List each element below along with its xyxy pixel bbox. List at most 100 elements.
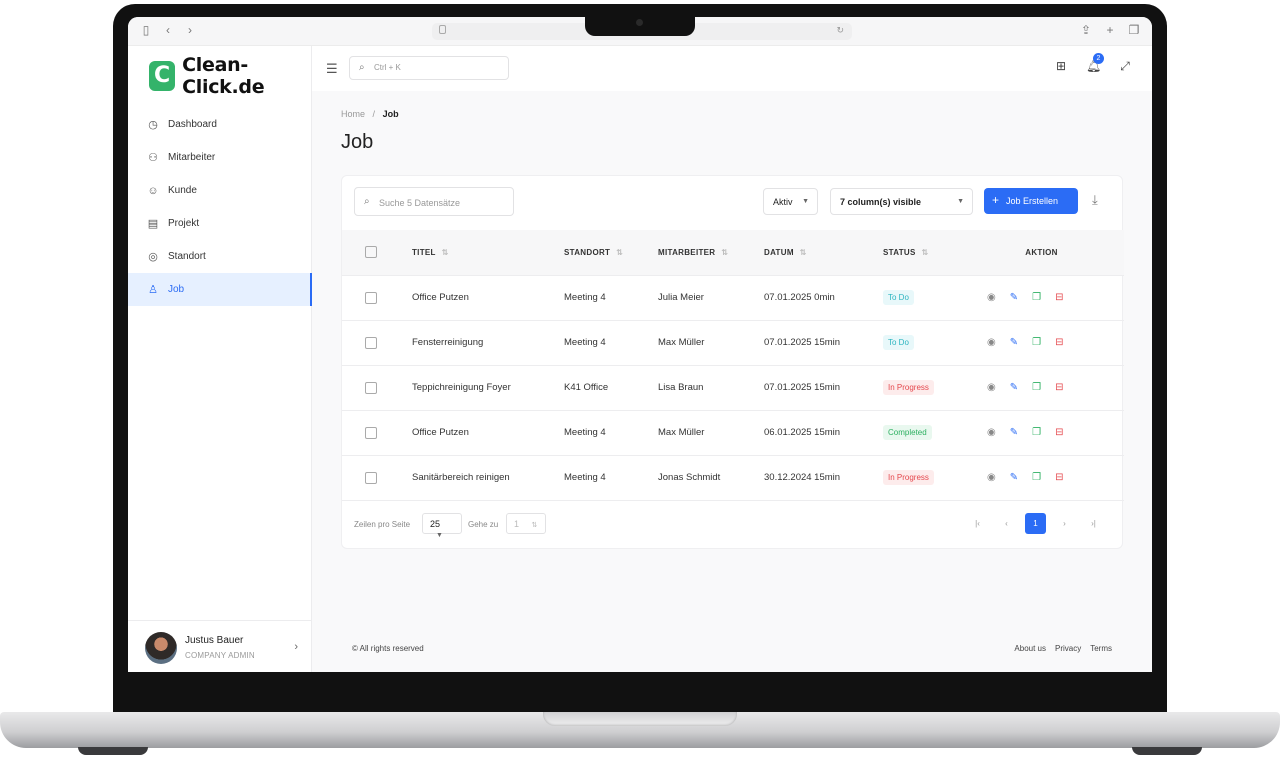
delete-icon[interactable]: ⊟	[1055, 337, 1063, 348]
new-tab-icon[interactable]: +	[1104, 24, 1116, 36]
cell-title: Fensterreinigung	[400, 320, 552, 366]
status-badge: Completed	[883, 425, 932, 440]
row-checkbox[interactable]	[365, 426, 377, 439]
cell-date: 30.12.2024 15min	[752, 455, 871, 501]
copy-icon[interactable]: ❐	[1032, 472, 1041, 483]
row-checkbox[interactable]	[365, 291, 377, 304]
header-location[interactable]: STANDORT ⇅	[552, 230, 646, 276]
rows-per-page-select[interactable]: 25 ▼	[422, 513, 462, 539]
status-badge: In Progress	[883, 380, 934, 395]
plus-icon: +	[992, 193, 1000, 207]
header-title[interactable]: TITEL ⇅	[400, 230, 552, 276]
footer-link-about[interactable]: About us	[1014, 644, 1046, 653]
cell-title: Sanitärbereich reinigen	[400, 455, 552, 501]
logo-mark: C	[149, 61, 176, 91]
sidebar-item-kunde[interactable]: ☺ Kunde	[128, 174, 312, 207]
view-icon[interactable]: ◉	[987, 337, 996, 348]
sidebar-nav: ◷ Dashboard ⚇ Mitarbeiter ☺ Kunde ▤ Proj…	[128, 108, 312, 306]
breadcrumb-home[interactable]: Home	[341, 109, 365, 119]
forward-icon[interactable]: ›	[184, 24, 196, 36]
next-page-icon[interactable]: ›	[1054, 513, 1075, 534]
users-icon: ⚇	[148, 151, 158, 164]
footer: © All rights reserved About us Privacy T…	[352, 644, 1112, 653]
goto-page-input[interactable]: 1 ⇅	[506, 513, 546, 534]
edit-icon[interactable]: ✎	[1010, 427, 1018, 438]
table-search-input[interactable]: ⌕ Suche 5 Datensätze	[354, 187, 514, 216]
cell-status: Completed	[871, 410, 959, 456]
table-row[interactable]: Sanitärbereich reinigen Meeting 4 Jonas Sc…	[342, 455, 1124, 501]
edit-icon[interactable]: ✎	[1010, 472, 1018, 483]
sidebar-item-mitarbeiter[interactable]: ⚇ Mitarbeiter	[128, 141, 312, 174]
edit-icon[interactable]: ✎	[1010, 292, 1018, 303]
first-page-icon[interactable]: |‹	[967, 513, 988, 534]
cell-title: Teppichreinigung Foyer	[400, 365, 552, 411]
row-checkbox[interactable]	[365, 471, 377, 484]
copy-icon[interactable]: ❐	[1032, 427, 1041, 438]
fullscreen-icon[interactable]: ⤢	[1118, 59, 1132, 73]
user-profile[interactable]: Justus Bauer COMPANY ADMIN ›	[128, 620, 312, 672]
header-date[interactable]: DATUM ⇅	[752, 230, 871, 276]
language-icon[interactable]: ⊞	[1054, 59, 1068, 73]
prev-page-icon[interactable]: ‹	[996, 513, 1017, 534]
notification-bell-icon[interactable]: 🔔︎ 2	[1086, 53, 1104, 73]
edit-icon[interactable]: ✎	[1010, 382, 1018, 393]
pagination: Zeilen pro Seite 25 ▼ Gehe zu 1 ⇅ |‹ ‹ 1	[342, 501, 1124, 549]
reload-icon[interactable]: ↻	[836, 25, 844, 36]
sidebar-toggle-icon[interactable]: ▯	[140, 24, 152, 36]
row-checkbox[interactable]	[365, 336, 377, 349]
jobs-table-card: ⌕ Suche 5 Datensätze Aktiv ▼ 7 column(s)…	[341, 175, 1124, 549]
header-label: TITEL	[412, 247, 436, 257]
copy-icon[interactable]: ❐	[1032, 382, 1041, 393]
cell-location: K41 Office	[552, 365, 646, 411]
status-badge: To Do	[883, 290, 914, 305]
cell-actions: ◉ ✎ ❐ ⊟	[959, 455, 1124, 501]
edit-icon[interactable]: ✎	[1010, 337, 1018, 348]
table-row[interactable]: Teppichreinigung Foyer K41 Office Lisa Bra…	[342, 365, 1124, 411]
page-button-current[interactable]: 1	[1025, 513, 1046, 534]
row-select-cell	[342, 410, 400, 456]
tabs-overview-icon[interactable]: ❐	[1128, 24, 1140, 36]
user-icon: ♙	[148, 283, 158, 296]
menu-collapse-icon[interactable]: ☰	[326, 61, 338, 77]
logo[interactable]: C Clean-Click.de	[149, 54, 311, 98]
download-icon[interactable]: ⤓	[1092, 192, 1098, 208]
footer-link-terms[interactable]: Terms	[1090, 644, 1112, 653]
delete-icon[interactable]: ⊟	[1055, 427, 1063, 438]
cell-actions: ◉ ✎ ❐ ⊟	[959, 365, 1124, 411]
create-job-button[interactable]: + Job Erstellen	[984, 188, 1078, 214]
delete-icon[interactable]: ⊟	[1055, 382, 1063, 393]
header-status[interactable]: STATUS ⇅	[871, 230, 959, 276]
row-select-cell	[342, 320, 400, 366]
sidebar-item-projekt[interactable]: ▤ Projekt	[128, 207, 312, 240]
table-row[interactable]: Office Putzen Meeting 4 Julia Meier 07.01.2…	[342, 275, 1124, 321]
sidebar-item-dashboard[interactable]: ◷ Dashboard	[128, 108, 312, 141]
cell-date: 07.01.2025 15min	[752, 320, 871, 366]
avatar	[145, 632, 177, 664]
column-visibility-select[interactable]: 7 column(s) visible ▼	[830, 188, 973, 215]
header-employee[interactable]: MITARBEITER ⇅	[646, 230, 752, 276]
sidebar-item-job[interactable]: ♙ Job	[128, 273, 312, 306]
view-icon[interactable]: ◉	[987, 292, 996, 303]
view-icon[interactable]: ◉	[987, 382, 996, 393]
view-icon[interactable]: ◉	[987, 427, 996, 438]
laptop-foot-left	[78, 747, 148, 755]
copy-icon[interactable]: ❐	[1032, 337, 1041, 348]
row-checkbox[interactable]	[365, 381, 377, 394]
copy-icon[interactable]: ❐	[1032, 292, 1041, 303]
status-filter-value: Aktiv	[773, 197, 793, 207]
cell-actions: ◉ ✎ ❐ ⊟	[959, 320, 1124, 366]
share-icon[interactable]: ⇪	[1080, 24, 1092, 36]
status-filter-select[interactable]: Aktiv ▼	[763, 188, 818, 215]
sidebar-item-standort[interactable]: ◎ Standort	[128, 240, 312, 273]
view-icon[interactable]: ◉	[987, 472, 996, 483]
cell-date: 07.01.2025 0min	[752, 275, 871, 321]
delete-icon[interactable]: ⊟	[1055, 292, 1063, 303]
last-page-icon[interactable]: ›|	[1083, 513, 1104, 534]
global-search-input[interactable]: ⌕ Ctrl + K	[349, 56, 509, 80]
select-all-checkbox[interactable]	[365, 246, 377, 259]
footer-link-privacy[interactable]: Privacy	[1055, 644, 1081, 653]
table-row[interactable]: Fensterreinigung Meeting 4 Max Müller 07.01…	[342, 320, 1124, 366]
back-icon[interactable]: ‹	[162, 24, 174, 36]
delete-icon[interactable]: ⊟	[1055, 472, 1063, 483]
table-row[interactable]: Office Putzen Meeting 4 Max Müller 06.01.20…	[342, 410, 1124, 456]
